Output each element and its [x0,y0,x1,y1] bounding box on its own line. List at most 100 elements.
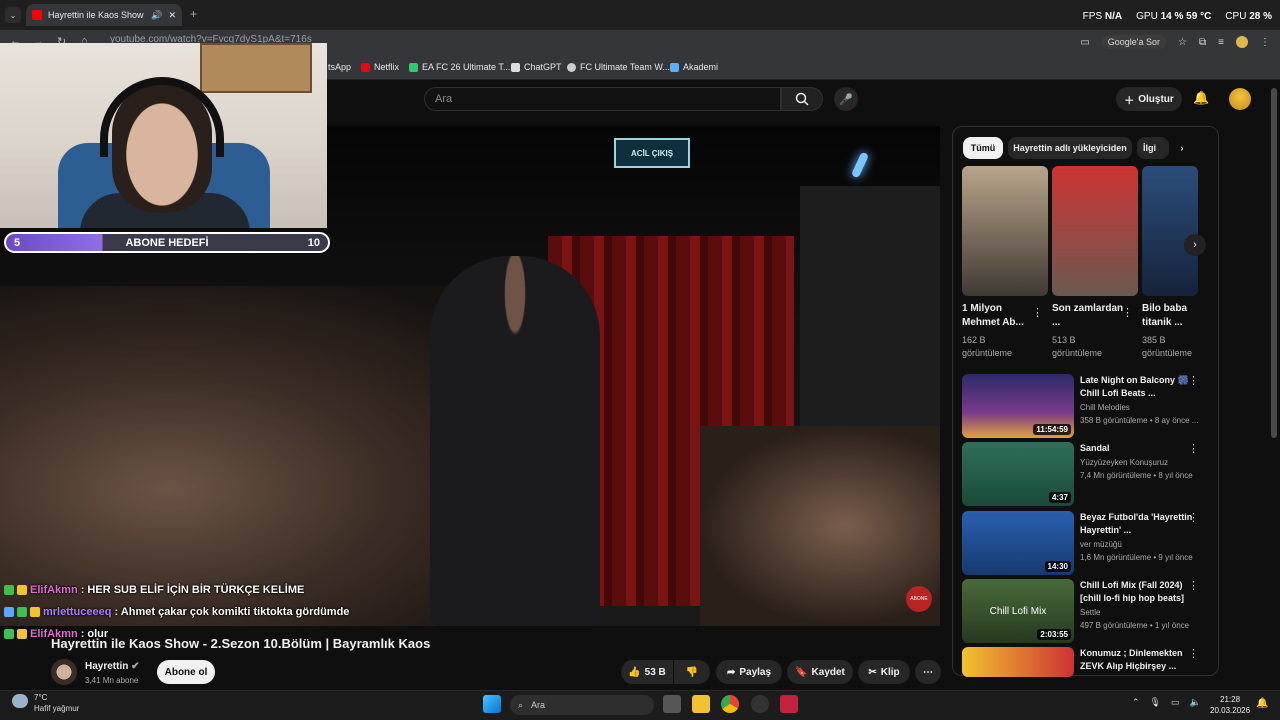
rec-channel[interactable]: Chill Melodies [1080,403,1130,412]
clock-date: 20.03.2026 [1210,706,1251,715]
short-title[interactable]: 1 Milyon Mehmet Ab... [962,302,1038,330]
rec-title[interactable]: Chill Lofi Mix (Fall 2024) [chill lo-fi … [1080,579,1198,605]
video-thumbnail[interactable]: 14:30 [962,511,1074,575]
duration-badge: 2:03:55 [1037,629,1071,640]
volume-icon[interactable]: 🔈 [1190,697,1201,708]
chat-text: : Ahmet çakar çok komikti tiktokta gördü… [114,606,350,618]
search-button[interactable] [781,87,823,111]
chat-message: mrlettuceeeq : Ahmet çakar çok komikti t… [4,606,349,618]
close-tab-icon[interactable]: ✕ [168,10,176,21]
profile-icon[interactable] [1236,36,1248,48]
bookmark-whatsapp[interactable]: tsApp [328,62,351,72]
bookmark-netflix[interactable]: Netflix [361,62,399,72]
weather-icon [12,694,28,708]
chip-next-icon[interactable]: › [1172,137,1192,159]
page-scrollbar[interactable] [1271,88,1277,438]
taskbar-clock[interactable]: 21:28 20.03.2026 [1210,694,1250,716]
search-input[interactable]: Ara [424,87,781,111]
menu-icon[interactable]: ⋮ [1260,37,1270,48]
short-thumbnail[interactable] [962,166,1048,296]
rec-title[interactable]: Late Night on Balcony 🎆 Chill Lofi Beats… [1080,374,1198,400]
tray-mic-icon[interactable]: 🎙 [1150,697,1161,708]
start-icon[interactable] [483,695,501,713]
chip-uploader[interactable]: Hayrettin adlı yükleyiciden [1008,137,1132,159]
google-sor-button[interactable]: Google'a Sor [1101,35,1167,49]
exit-sign: ACİL ÇIKIŞ [614,138,690,168]
file-explorer-icon[interactable] [692,695,710,713]
account-avatar[interactable] [1229,88,1251,110]
rec-menu-icon[interactable]: ⋮ [1188,442,1199,455]
weather-widget[interactable]: 7°C Hafif yağmur [12,692,79,714]
extensions-icon[interactable]: ⧉ [1199,37,1206,48]
rec-menu-icon[interactable]: ⋮ [1188,579,1199,592]
bookmark-fc-ut[interactable]: FC Ultimate Team W... [567,62,670,72]
bookmark-chatgpt[interactable]: ChatGPT [511,62,562,72]
rec-menu-icon[interactable]: ⋮ [1188,374,1199,387]
tab-title: Hayrettin ile Kaos Show - 2. [48,10,145,20]
clip-button[interactable]: ✂ Klip [858,660,910,684]
channel-name[interactable]: Hayrettin ✔ [85,661,140,672]
video-thumbnail[interactable]: 11:54:59 [962,374,1074,438]
weather-desc: Hafif yağmur [34,704,80,713]
reading-list-icon[interactable]: ≡ [1218,37,1224,48]
tray-display-icon[interactable]: ▭ [1171,697,1180,708]
taskbar-search[interactable]: ⌕ Ara [510,695,654,715]
tray-chevron-icon[interactable]: ⌃ [1132,697,1140,708]
video-thumbnail[interactable]: Chill Lofi Mix 2:03:55 [962,579,1074,643]
notifications-bell-icon[interactable]: 🔔 [1193,90,1209,106]
rec-meta: 497 B görüntüleme • 1 yıl önce [1080,621,1190,630]
rec-title[interactable]: Konumuz ; Dinlemekten ZEVK Alıp Hiçbirşe… [1080,647,1198,675]
rec-title[interactable]: Sandal [1080,442,1198,455]
chip-all[interactable]: Tümü [963,137,1003,159]
speaker-icon[interactable]: 🔊 [151,10,162,21]
bookmark-ea-fc[interactable]: EA FC 26 Ultimate T... [409,62,510,72]
short-thumbnail[interactable] [1142,166,1198,296]
chip-related[interactable]: İlgi [1137,137,1169,159]
rec-channel[interactable]: Yüzyüzeyken Konuşuruz [1080,458,1168,467]
channel-avatar[interactable] [51,659,77,685]
cast-icon[interactable]: ▭ [1080,37,1089,48]
short-menu-icon[interactable]: ⋮ [1032,306,1043,319]
save-button[interactable]: 🔖 Kaydet [787,660,853,684]
akademi-icon [670,62,679,72]
subscribe-button[interactable]: Abone ol [157,660,215,684]
rec-meta: 358 B görüntüleme • 8 ay önce ... [1080,416,1199,425]
new-tab-icon[interactable]: + [190,7,197,21]
chrome-icon[interactable] [721,695,739,713]
mic-button[interactable]: 🎤 [834,87,858,111]
share-button[interactable]: ➦ Paylaş [716,660,782,684]
channel-watermark-icon[interactable]: ABONE [906,586,932,612]
goal-end: 10 [307,236,320,249]
like-button[interactable]: 👍 53 B [621,660,673,684]
short-title[interactable]: Son zamlardan ... [1052,302,1128,330]
create-button[interactable]: ＋ Oluştur [1116,87,1182,111]
video-thumbnail[interactable]: 4:37 [962,442,1074,506]
steam-icon[interactable] [751,695,769,713]
chat-badge-icon [4,585,14,595]
short-thumbnail[interactable] [1052,166,1138,296]
chat-badge-icon [17,585,27,595]
weather-temp: 7°C [34,693,48,702]
notifications-icon[interactable]: 🔔 [1256,698,1268,709]
rec-channel[interactable]: Settle [1080,608,1100,617]
short-menu-icon[interactable]: ⋮ [1122,306,1133,319]
rec-title[interactable]: Beyaz Futbol'da 'Hayrettin Hayrettin' ..… [1080,511,1198,537]
chat-badge-icon [17,629,27,639]
bookmark-akademi[interactable]: Akademi [670,62,718,72]
rec-menu-icon[interactable]: ⋮ [1188,647,1199,660]
chat-user: mrlettuceeeq [43,606,112,618]
rec-channel[interactable]: ver müzüğü [1080,540,1122,549]
more-actions-button[interactable]: ⋯ [915,660,941,684]
app-icon[interactable] [780,695,798,713]
tab-list-icon[interactable]: ⌄ [5,7,21,23]
chat-badge-icon [4,607,14,617]
video-thumbnail[interactable] [962,647,1074,677]
star-icon[interactable]: ☆ [1178,37,1187,48]
browser-tab[interactable]: Hayrettin ile Kaos Show - 2. 🔊 ✕ [26,4,182,26]
shorts-next-icon[interactable]: › [1184,234,1206,256]
chatgpt-icon [511,62,520,72]
short-title[interactable]: Bilo baba titanik ... [1142,302,1198,330]
task-view-icon[interactable] [663,695,681,713]
dislike-button[interactable]: 👎 [674,660,710,684]
rec-menu-icon[interactable]: ⋮ [1188,511,1199,524]
